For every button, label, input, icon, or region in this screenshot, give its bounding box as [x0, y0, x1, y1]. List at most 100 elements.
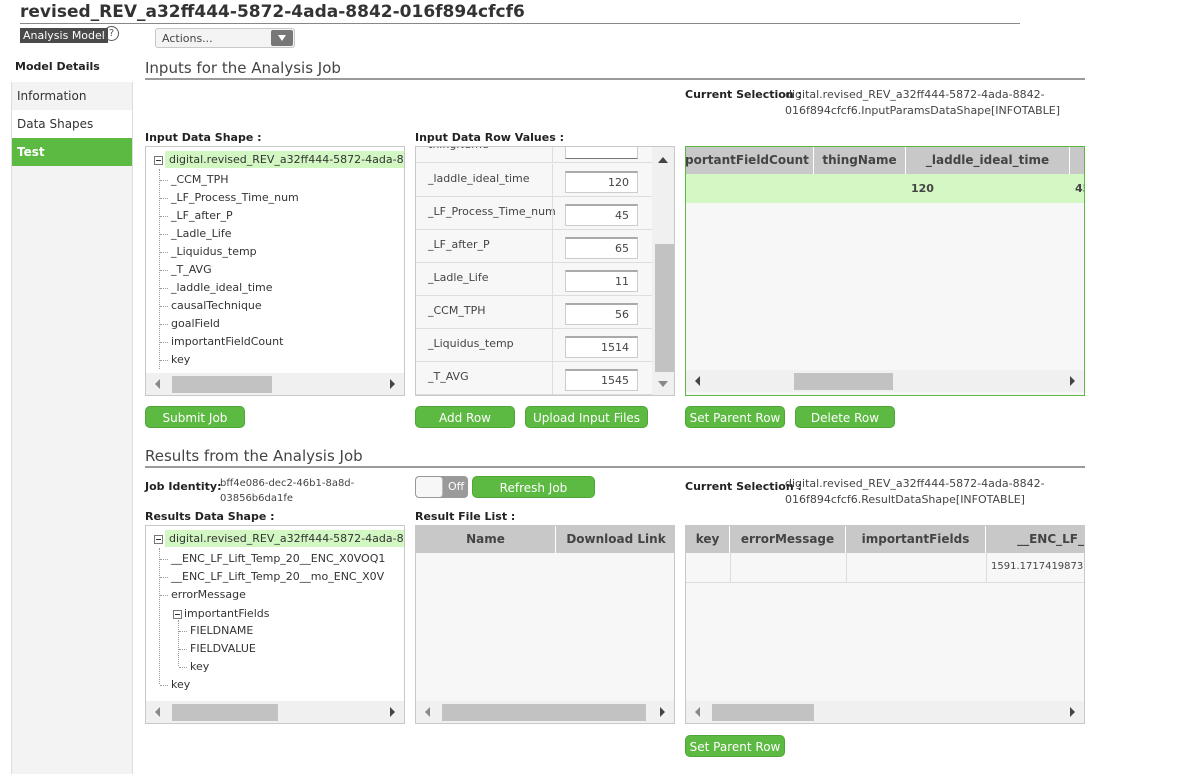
horizontal-scrollbar[interactable] [686, 370, 1084, 392]
row-value-name: _LF_Process_Time_num [428, 205, 556, 218]
column-header-download-link[interactable]: Download Link [556, 526, 674, 553]
refresh-job-button[interactable]: Refresh Job [472, 476, 595, 498]
column-header-thingname[interactable]: thingName [814, 147, 906, 174]
tree-item[interactable]: causalTechnique [160, 299, 262, 312]
tree-item[interactable]: FIELDNAME [179, 624, 253, 637]
scroll-left-icon[interactable] [425, 707, 430, 717]
result-file-list-grid[interactable]: Name Download Link [415, 525, 675, 724]
sidebar-item-information[interactable]: Information [12, 82, 132, 110]
job-identity-label: Job Identity: [145, 480, 222, 493]
row-value-input[interactable]: 120 [565, 171, 638, 193]
tree-item[interactable]: key [160, 353, 190, 366]
scrollbar-thumb[interactable] [172, 376, 272, 393]
input-current-selection-line2: 016f894cfcf6.InputParamsDataShape[INFOTA… [785, 104, 1061, 117]
scroll-right-icon[interactable] [390, 707, 395, 717]
horizontal-scrollbar[interactable] [416, 701, 674, 723]
help-icon[interactable]: ? [104, 26, 119, 41]
tree-item[interactable]: _LF_after_P [160, 209, 233, 222]
horizontal-scrollbar[interactable] [686, 701, 1084, 723]
tree-item[interactable]: _T_AVG [160, 263, 212, 276]
horizontal-scrollbar[interactable] [146, 701, 404, 723]
sidebar-item-data-shapes[interactable]: Data Shapes [12, 110, 132, 138]
scroll-up-icon[interactable] [658, 157, 668, 163]
column-header-importantfieldcount[interactable]: portantFieldCount [686, 147, 814, 174]
results-data-shape-tree[interactable]: digital.revised_REV_a32ff444-5872-4ada-8… [145, 525, 405, 724]
column-divider [552, 263, 553, 295]
cell-divider [730, 553, 731, 583]
tree-item[interactable]: __ENC_LF_Lift_Temp_20__ENC_X0VOQ1 [160, 552, 385, 565]
scroll-right-icon[interactable] [1070, 707, 1075, 717]
row-value-name: _Ladle_Life [428, 271, 489, 284]
column-header-laddle-ideal-time[interactable]: _laddle_ideal_time [906, 147, 1070, 174]
scroll-down-icon[interactable] [658, 381, 668, 387]
row-value-input[interactable]: 1514 [565, 336, 638, 358]
results-tree-root[interactable]: digital.revised_REV_a32ff444-5872-4ada-8… [154, 530, 404, 547]
submit-job-button[interactable]: Submit Job [145, 406, 245, 428]
upload-input-files-button[interactable]: Upload Input Files [525, 406, 648, 428]
column-divider [552, 329, 553, 361]
input-tree-root[interactable]: digital.revised_REV_a32ff444-5872-4ada-8… [154, 151, 404, 168]
result-rows-grid[interactable]: key errorMessage importantFields __ENC_L… [685, 525, 1085, 724]
tree-item-important-fields[interactable]: importantFields [173, 607, 269, 620]
tree-item[interactable]: _LF_Process_Time_num [160, 191, 299, 204]
actions-dropdown[interactable]: Actions... [155, 28, 295, 48]
chevron-down-icon[interactable] [271, 30, 293, 46]
collapse-icon[interactable] [154, 534, 163, 544]
delete-row-button[interactable]: Delete Row [795, 406, 895, 428]
horizontal-scrollbar[interactable] [146, 373, 404, 395]
scroll-left-icon[interactable] [695, 707, 700, 717]
tree-item[interactable]: __ENC_LF_Lift_Temp_20__mo_ENC_X0V [160, 570, 384, 583]
column-header-key[interactable]: key [686, 526, 730, 553]
row-value-ladle-life: _Ladle_Life 11 [416, 263, 653, 296]
row-value-input[interactable]: 65 [565, 237, 638, 259]
tree-item[interactable]: errorMessage [160, 588, 246, 601]
tree-item[interactable]: _Liquidus_temp [160, 245, 257, 258]
row-value-name: thingName [428, 147, 489, 151]
tree-item[interactable]: FIELDVALUE [179, 642, 256, 655]
result-set-parent-row-button[interactable]: Set Parent Row [685, 735, 785, 757]
collapse-icon[interactable] [154, 155, 163, 165]
column-header-name[interactable]: Name [416, 526, 556, 553]
scrollbar-thumb[interactable] [794, 373, 893, 390]
input-current-selection-value: digital.revised_REV_a32ff444-5872-4ada-8… [785, 87, 1060, 119]
scroll-left-icon[interactable] [695, 376, 700, 386]
row-value-input[interactable]: 45 [565, 204, 638, 226]
title-divider [20, 23, 1020, 24]
tree-item[interactable]: _CCM_TPH [160, 173, 228, 186]
vertical-scrollbar[interactable] [652, 147, 674, 395]
grid-row[interactable]: 1591.17174198731 [686, 553, 1084, 583]
tree-item[interactable]: key [179, 660, 209, 673]
input-rows-grid[interactable]: portantFieldCount thingName _laddle_idea… [685, 146, 1085, 396]
sidebar-item-test[interactable]: Test [12, 138, 132, 166]
scrollbar-thumb[interactable] [172, 704, 278, 721]
row-value-input[interactable]: 11 [565, 270, 638, 292]
scroll-left-icon[interactable] [155, 379, 160, 389]
collapse-icon[interactable] [173, 609, 182, 619]
auto-refresh-toggle[interactable]: Off [415, 476, 468, 498]
tree-item[interactable]: _laddle_ideal_time [160, 281, 273, 294]
actions-dropdown-value: Actions... [162, 32, 213, 45]
column-header-next[interactable] [1070, 147, 1084, 174]
scroll-right-icon[interactable] [1070, 376, 1075, 386]
column-header-errormessage[interactable]: errorMessage [730, 526, 846, 553]
grid-row-selected[interactable]: 120 45 [686, 174, 1084, 203]
tree-item[interactable]: _Ladle_Life [160, 227, 232, 240]
row-value-input[interactable] [565, 147, 638, 159]
tree-item[interactable]: key [160, 678, 190, 691]
scroll-right-icon[interactable] [660, 707, 665, 717]
input-data-shape-tree[interactable]: digital.revised_REV_a32ff444-5872-4ada-8… [145, 146, 405, 396]
column-header-enc-lf[interactable]: __ENC_LF_ [986, 526, 1084, 553]
scroll-left-icon[interactable] [155, 707, 160, 717]
row-value-input[interactable]: 1545 [565, 369, 638, 391]
column-header-importantfields[interactable]: importantFields [846, 526, 986, 553]
row-value-input[interactable]: 56 [565, 303, 638, 325]
set-parent-row-button[interactable]: Set Parent Row [685, 406, 785, 428]
toggle-knob[interactable] [416, 477, 443, 497]
scrollbar-thumb[interactable] [442, 704, 646, 721]
tree-item[interactable]: importantFieldCount [160, 335, 283, 348]
tree-item[interactable]: goalField [160, 317, 220, 330]
scrollbar-thumb[interactable] [712, 704, 814, 721]
add-row-button[interactable]: Add Row [415, 406, 515, 428]
scrollbar-thumb[interactable] [655, 244, 674, 372]
scroll-right-icon[interactable] [390, 379, 395, 389]
